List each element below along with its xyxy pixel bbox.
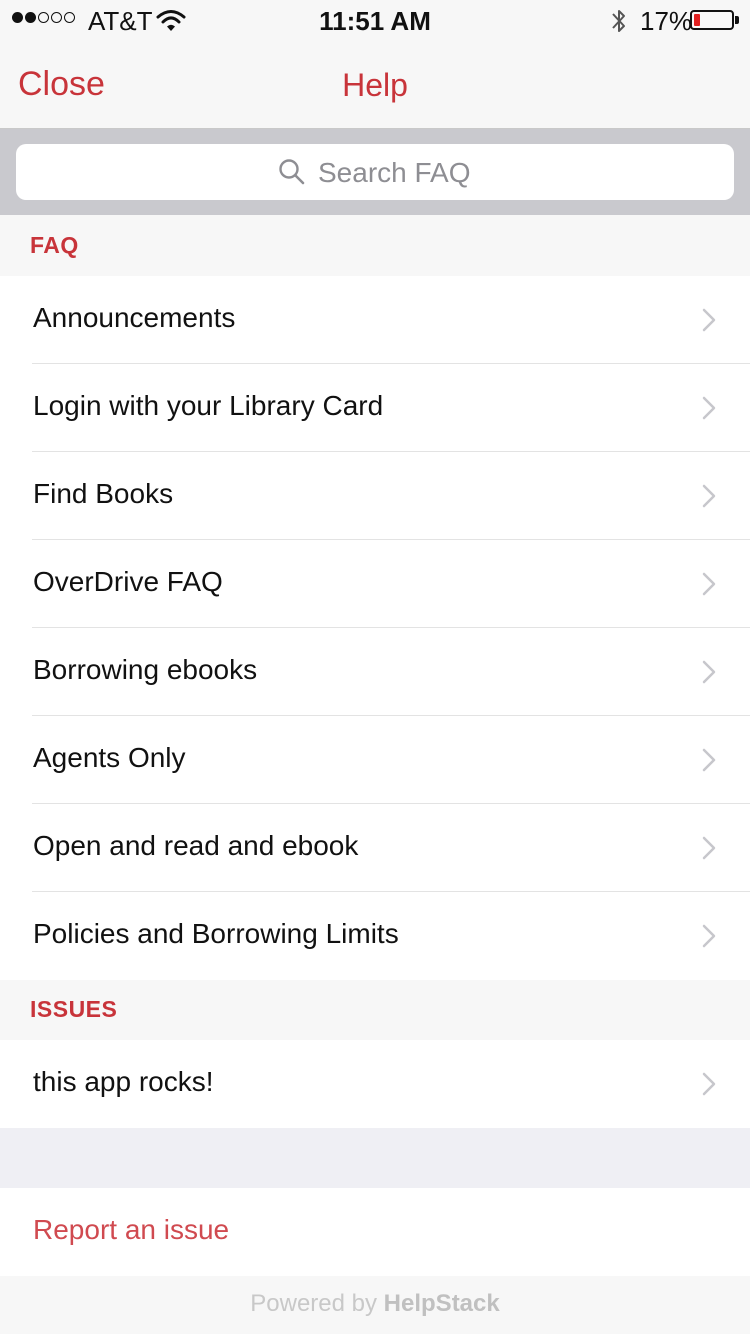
battery-nub bbox=[735, 16, 739, 24]
chevron-right-icon bbox=[702, 748, 716, 772]
faq-list: Announcements Login with your Library Ca… bbox=[0, 276, 750, 980]
list-item-label: Open and read and ebook bbox=[33, 830, 359, 861]
faq-item-overdrive-faq[interactable]: OverDrive FAQ bbox=[0, 540, 750, 628]
powered-by-brand: HelpStack bbox=[383, 1290, 500, 1317]
powered-by-prefix: Powered by bbox=[250, 1290, 377, 1317]
chevron-right-icon bbox=[702, 308, 716, 332]
faq-item-find-books[interactable]: Find Books bbox=[0, 452, 750, 540]
list-item-label: this app rocks! bbox=[33, 1066, 214, 1097]
chevron-right-icon bbox=[702, 924, 716, 948]
list-item-label: Login with your Library Card bbox=[33, 390, 384, 421]
list-item-label: Policies and Borrowing Limits bbox=[33, 918, 399, 949]
search-icon bbox=[279, 159, 305, 185]
faq-header-label: FAQ bbox=[30, 232, 79, 258]
faq-item-announcements[interactable]: Announcements bbox=[0, 276, 750, 364]
search-bar bbox=[0, 129, 750, 215]
list-item-label: Agents Only bbox=[33, 742, 186, 773]
list-item-label: OverDrive FAQ bbox=[33, 566, 223, 597]
list-item-label: Find Books bbox=[33, 478, 174, 509]
navigation-bar: Close Help bbox=[0, 40, 750, 129]
battery-level-fill bbox=[694, 14, 700, 26]
faq-item-policies-borrowing-limits[interactable]: Policies and Borrowing Limits bbox=[0, 892, 750, 980]
list-item-label: Announcements bbox=[33, 302, 236, 333]
chevron-right-icon bbox=[702, 572, 716, 596]
powered-by-text: Powered by HelpStack bbox=[250, 1290, 499, 1317]
list-item-label: Borrowing ebooks bbox=[33, 654, 258, 685]
issues-header-label: ISSUES bbox=[30, 996, 118, 1022]
faq-item-login-library-card[interactable]: Login with your Library Card bbox=[0, 364, 750, 452]
battery-icon bbox=[690, 10, 734, 30]
chevron-right-icon bbox=[702, 660, 716, 684]
faq-item-borrowing-ebooks[interactable]: Borrowing ebooks bbox=[0, 628, 750, 716]
chevron-right-icon bbox=[702, 836, 716, 860]
issues-list: this app rocks! bbox=[0, 1040, 750, 1129]
chevron-right-icon bbox=[702, 396, 716, 420]
report-issue-button[interactable]: Report an issue bbox=[0, 1188, 750, 1276]
chevron-right-icon bbox=[702, 1072, 716, 1096]
status-bar: AT&T 11:51 AM 17% bbox=[0, 0, 750, 40]
faq-item-open-read-ebook[interactable]: Open and read and ebook bbox=[0, 804, 750, 892]
search-input[interactable] bbox=[316, 153, 710, 193]
chevron-right-icon bbox=[702, 484, 716, 508]
faq-section-header: FAQ bbox=[0, 216, 750, 276]
report-issue-label: Report an issue bbox=[33, 1214, 230, 1245]
search-field[interactable] bbox=[16, 144, 734, 200]
faq-item-agents-only[interactable]: Agents Only bbox=[0, 716, 750, 804]
bluetooth-icon bbox=[612, 10, 625, 32]
issue-item[interactable]: this app rocks! bbox=[0, 1040, 750, 1128]
powered-by-footer: Powered by HelpStack bbox=[0, 1278, 750, 1334]
issues-section-header: ISSUES bbox=[0, 980, 750, 1040]
clock: 11:51 AM bbox=[319, 6, 431, 36]
section-spacer bbox=[0, 1128, 750, 1188]
battery-percent: 17% bbox=[640, 6, 693, 36]
page-title: Help bbox=[342, 67, 408, 103]
